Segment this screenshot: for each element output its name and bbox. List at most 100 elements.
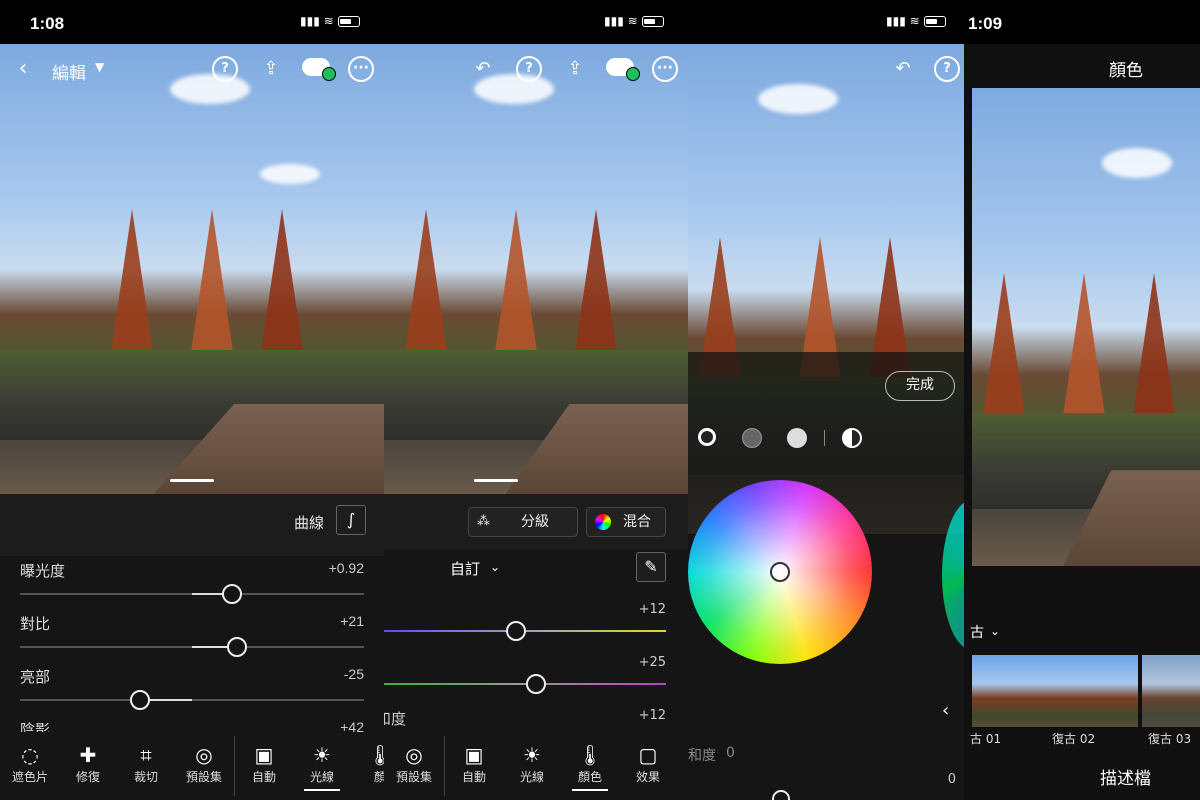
auto-icon: ▣: [254, 743, 274, 767]
share-icon[interactable]: ⇪: [562, 56, 588, 82]
home-indicator: [170, 479, 214, 482]
all-ranges-icon[interactable]: [698, 428, 716, 446]
highlights-icon[interactable]: [787, 428, 807, 448]
presets-icon: ◎: [405, 743, 423, 767]
edit-title[interactable]: 編輯: [52, 59, 86, 84]
category-dropdown[interactable]: 古: [970, 622, 984, 642]
chevron-down-icon[interactable]: ⌄: [990, 624, 1000, 638]
more-icon[interactable]: ···: [348, 56, 374, 82]
share-icon[interactable]: ⇪: [258, 56, 284, 82]
cloud-sync-icon[interactable]: [606, 58, 640, 81]
wheel-handle[interactable]: [770, 562, 790, 582]
back-icon[interactable]: ‹: [10, 56, 36, 82]
top-toolbar: ↶ ?: [688, 50, 964, 90]
tool-color[interactable]: 🌡 顏色: [560, 742, 620, 791]
panel-color-wheel: ↶ ? 完成 ‹ 和度 0 0: [688, 0, 964, 800]
slider-knob[interactable]: [130, 690, 151, 710]
tool-label: 預設集: [185, 770, 222, 784]
tool-label: 顏色: [577, 770, 602, 784]
chevron-down-icon[interactable]: ⌄: [490, 560, 500, 574]
chevron-down-icon[interactable]: ▼: [95, 60, 104, 74]
slider-knob[interactable]: [506, 621, 526, 641]
photo-preview[interactable]: [0, 44, 384, 494]
tool-mask[interactable]: ◌ 遮色片: [0, 742, 60, 785]
battery-icon: [923, 16, 946, 27]
panel-light-editor: 1:08 ‹ 編輯 ▼ ? ⇪ ··· 曲線 ∫ 曝光度 +0.92 對比 +2…: [0, 0, 384, 800]
tool-color[interactable]: 🌡 顏: [350, 742, 384, 785]
bottom-toolbar: ◌ 遮色片 ✚ 修復 ⌗ 裁切 ◎ 預設集 ▣ 自動 ☀ 光線 🌡 顏: [0, 732, 384, 800]
slider-track: [20, 699, 364, 701]
status-icons: ▮▮▮ ≋: [604, 14, 664, 28]
tool-light[interactable]: ☀ 光線: [292, 742, 352, 791]
mix-label: 混合: [623, 514, 651, 530]
tint-slider-track[interactable]: [384, 683, 666, 685]
slider-knob[interactable]: [226, 637, 247, 657]
help-icon[interactable]: ?: [212, 56, 238, 82]
tool-crop[interactable]: ⌗ 裁切: [116, 742, 176, 785]
grading-button[interactable]: ⁂ 分級: [468, 507, 578, 537]
tool-label: 效果: [635, 770, 660, 784]
home-indicator: [474, 479, 518, 482]
done-button[interactable]: 完成: [885, 371, 955, 401]
tool-light[interactable]: ☀ 光線: [502, 742, 562, 785]
tree: [110, 209, 154, 359]
curve-icon[interactable]: ∫: [336, 505, 366, 535]
tree: [260, 209, 304, 359]
tool-presets[interactable]: ◎ 預設集: [174, 742, 234, 785]
global-icon[interactable]: [842, 428, 862, 448]
chevron-left-icon[interactable]: ‹: [942, 700, 949, 721]
help-icon[interactable]: ?: [516, 56, 542, 82]
more-icon[interactable]: ···: [652, 56, 678, 82]
contrast-slider[interactable]: 對比 +21: [20, 613, 364, 665]
slider-value: +12: [638, 708, 666, 723]
tool-heal[interactable]: ✚ 修復: [58, 742, 118, 785]
thermometer-icon: 🌡: [367, 743, 384, 767]
profile-button[interactable]: 描述檔: [1100, 764, 1151, 789]
slider-knob[interactable]: [772, 790, 790, 800]
cloud-sync-icon[interactable]: [302, 58, 336, 81]
undo-icon[interactable]: ↶: [470, 56, 496, 82]
bottom-toolbar: ◎ 預設集 ▣ 自動 ☀ 光線 🌡 顏色 ▢ 效果: [384, 732, 688, 800]
undo-icon[interactable]: ↶: [890, 56, 916, 82]
tool-label: 光線: [519, 770, 544, 784]
exposure-slider[interactable]: 曝光度 +0.92: [20, 560, 364, 612]
crop-icon: ⌗: [140, 743, 152, 767]
highlights-slider[interactable]: 亮部 -25: [20, 666, 364, 718]
slider-name: 曝光度: [20, 562, 66, 580]
mix-button[interactable]: 混合: [586, 507, 666, 537]
done-label: 完成: [906, 377, 934, 393]
tool-label: 裁切: [133, 770, 158, 784]
slider-name: 對比: [20, 615, 51, 633]
tool-auto[interactable]: ▣ 自動: [234, 742, 294, 785]
tool-auto[interactable]: ▣ 自動: [444, 742, 504, 785]
mode-dropdown[interactable]: 自訂: [450, 558, 480, 579]
thumb-label: 復古 03: [1148, 732, 1192, 746]
tree: [982, 272, 1026, 423]
top-toolbar: ↶ ? ⇪ ···: [384, 50, 688, 90]
photo-preview[interactable]: [972, 88, 1200, 566]
color-wheel[interactable]: [688, 480, 872, 664]
tool-effects[interactable]: ▢ 效果: [618, 742, 678, 785]
photo-preview[interactable]: [384, 44, 688, 494]
presets-icon: ◎: [195, 743, 213, 767]
grading-icon: ⁂: [477, 514, 490, 529]
tool-presets[interactable]: ◎ 預設集: [384, 742, 444, 785]
eyedropper-icon[interactable]: ✎: [636, 552, 666, 582]
status-bar: 1:09: [964, 0, 1200, 44]
profile-thumb[interactable]: [1142, 655, 1200, 727]
tool-label: 遮色片: [11, 770, 48, 784]
slider-value: +25: [638, 655, 666, 670]
tool-label: 光線: [309, 770, 334, 784]
profile-thumb[interactable]: [1046, 655, 1138, 727]
slider-knob[interactable]: [526, 674, 546, 694]
slider-list: 曝光度 +0.92 對比 +21 亮部 -25 陰影 +42: [0, 556, 384, 739]
slider-name: 亮部: [20, 668, 51, 686]
tree: [1132, 272, 1176, 423]
shadows-icon[interactable]: [742, 428, 762, 448]
slider-knob[interactable]: [221, 584, 242, 604]
active-underline: [304, 789, 340, 791]
panel-color-grading: ↶ ? ⇪ ··· ⁂ 分級 混合 自訂 ⌄ ✎ +12 +25 和度 +12 …: [384, 0, 688, 800]
battery-icon: [337, 16, 360, 27]
mask-icon: ◌: [21, 743, 39, 767]
help-icon[interactable]: ?: [934, 56, 960, 82]
